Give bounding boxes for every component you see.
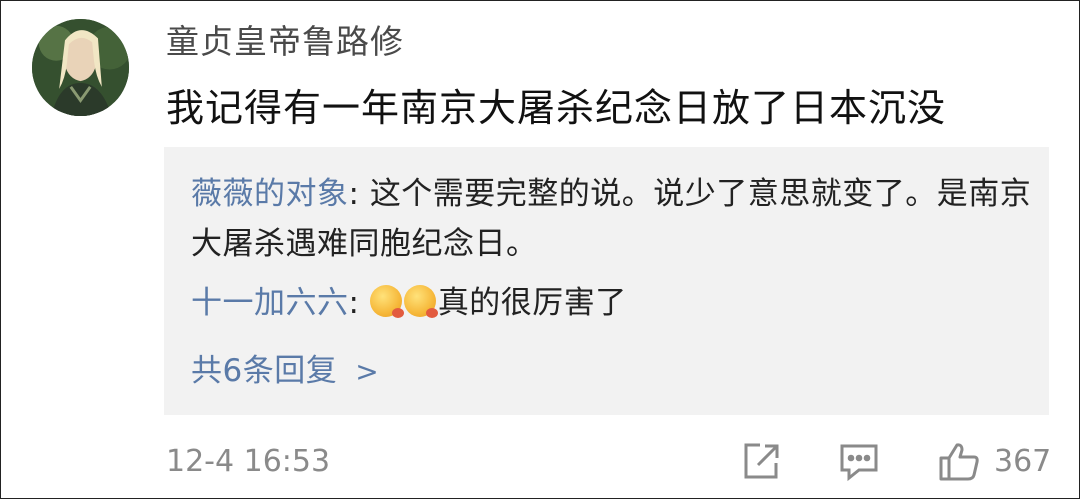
thumbs-up-icon [939,443,979,481]
reply-item[interactable]: 十一加六六: 真的很厉害了 [191,278,1036,328]
reply-separator: : [348,285,370,321]
share-icon [744,443,779,479]
reply-item[interactable]: 薇薇的对象: 这个需要完整的说。说少了意思就变了。是南京大屠杀遇难同胞纪念日。 [191,169,1036,269]
share-button[interactable] [738,439,782,483]
replies-panel: 薇薇的对象: 这个需要完整的说。说少了意思就变了。是南京大屠杀遇难同胞纪念日。 … [164,147,1049,415]
reply-author[interactable]: 十一加六六 [191,285,349,321]
timestamp: 12-4 16:53 [166,444,331,479]
reply-comment-button[interactable] [837,439,881,483]
yummy-emoji-icon [369,285,404,318]
reply-text: 真的很厉害了 [437,285,627,321]
like-count: 367 [994,444,1052,479]
reply-separator: : [348,176,370,212]
username[interactable]: 童贞皇帝鲁路修 [166,15,404,63]
more-replies-label: 共6条回复 [191,353,338,389]
comment-card: 童贞皇帝鲁路修 我记得有一年南京大屠杀纪念日放了日本沉没 薇薇的对象: 这个需要… [0,0,1080,499]
chevron-right-icon: > [355,355,380,388]
reply-author[interactable]: 薇薇的对象 [191,176,349,212]
comment-text: 我记得有一年南京大屠杀纪念日放了日本沉没 [166,86,947,130]
yummy-emoji-icon [403,285,438,318]
user-avatar[interactable] [32,19,129,116]
like-button[interactable] [937,439,981,483]
comment-icon [840,444,878,482]
avatar-image [32,19,129,116]
more-replies-link[interactable]: 共6条回复 > [191,345,379,390]
